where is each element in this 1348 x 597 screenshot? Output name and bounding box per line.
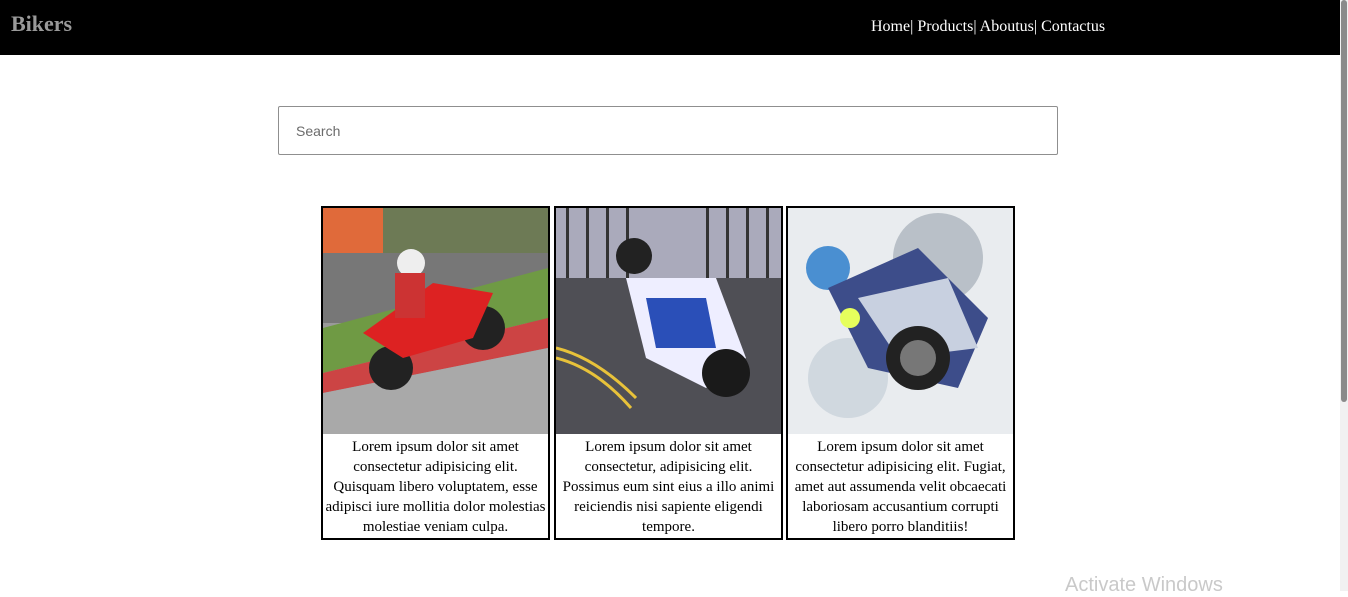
scrollbar-thumb[interactable] [1341,0,1347,402]
nav-home-link[interactable]: Home [871,18,910,35]
product-card[interactable]: Lorem ipsum dolor sit amet consectetur, … [554,206,783,540]
motorcycle-image [323,208,548,434]
nav-contactus-link[interactable]: Contactus [1041,18,1105,35]
product-card[interactable]: Lorem ipsum dolor sit amet consectetur a… [321,206,550,540]
nav-separator: | [1033,18,1038,35]
motorcycle-image [556,208,781,434]
card-caption: Lorem ipsum dolor sit amet consectetur, … [562,439,775,535]
brand-logo[interactable]: Bikers [11,11,72,37]
card-caption: Lorem ipsum dolor sit amet consectetur a… [794,439,1007,535]
motorcycle-image [788,208,1013,434]
search-input[interactable] [278,106,1058,155]
page-scrollbar[interactable] [1340,0,1348,591]
nav-separator: | [973,18,977,35]
top-navbar: Bikers Home| Products| Aboutus| Contactu… [0,0,1340,55]
card-caption: Lorem ipsum dolor sit amet consectetur a… [325,439,546,535]
nav-separator: | [910,18,914,35]
activate-windows-watermark: Activate Windows [1065,574,1223,596]
product-card[interactable]: Lorem ipsum dolor sit amet consectetur a… [786,206,1015,540]
nav-links: Home| Products| Aboutus| Contactus [871,18,1105,36]
nav-products-link[interactable]: Products [917,18,973,35]
nav-aboutus-link[interactable]: Aboutus [980,18,1034,35]
